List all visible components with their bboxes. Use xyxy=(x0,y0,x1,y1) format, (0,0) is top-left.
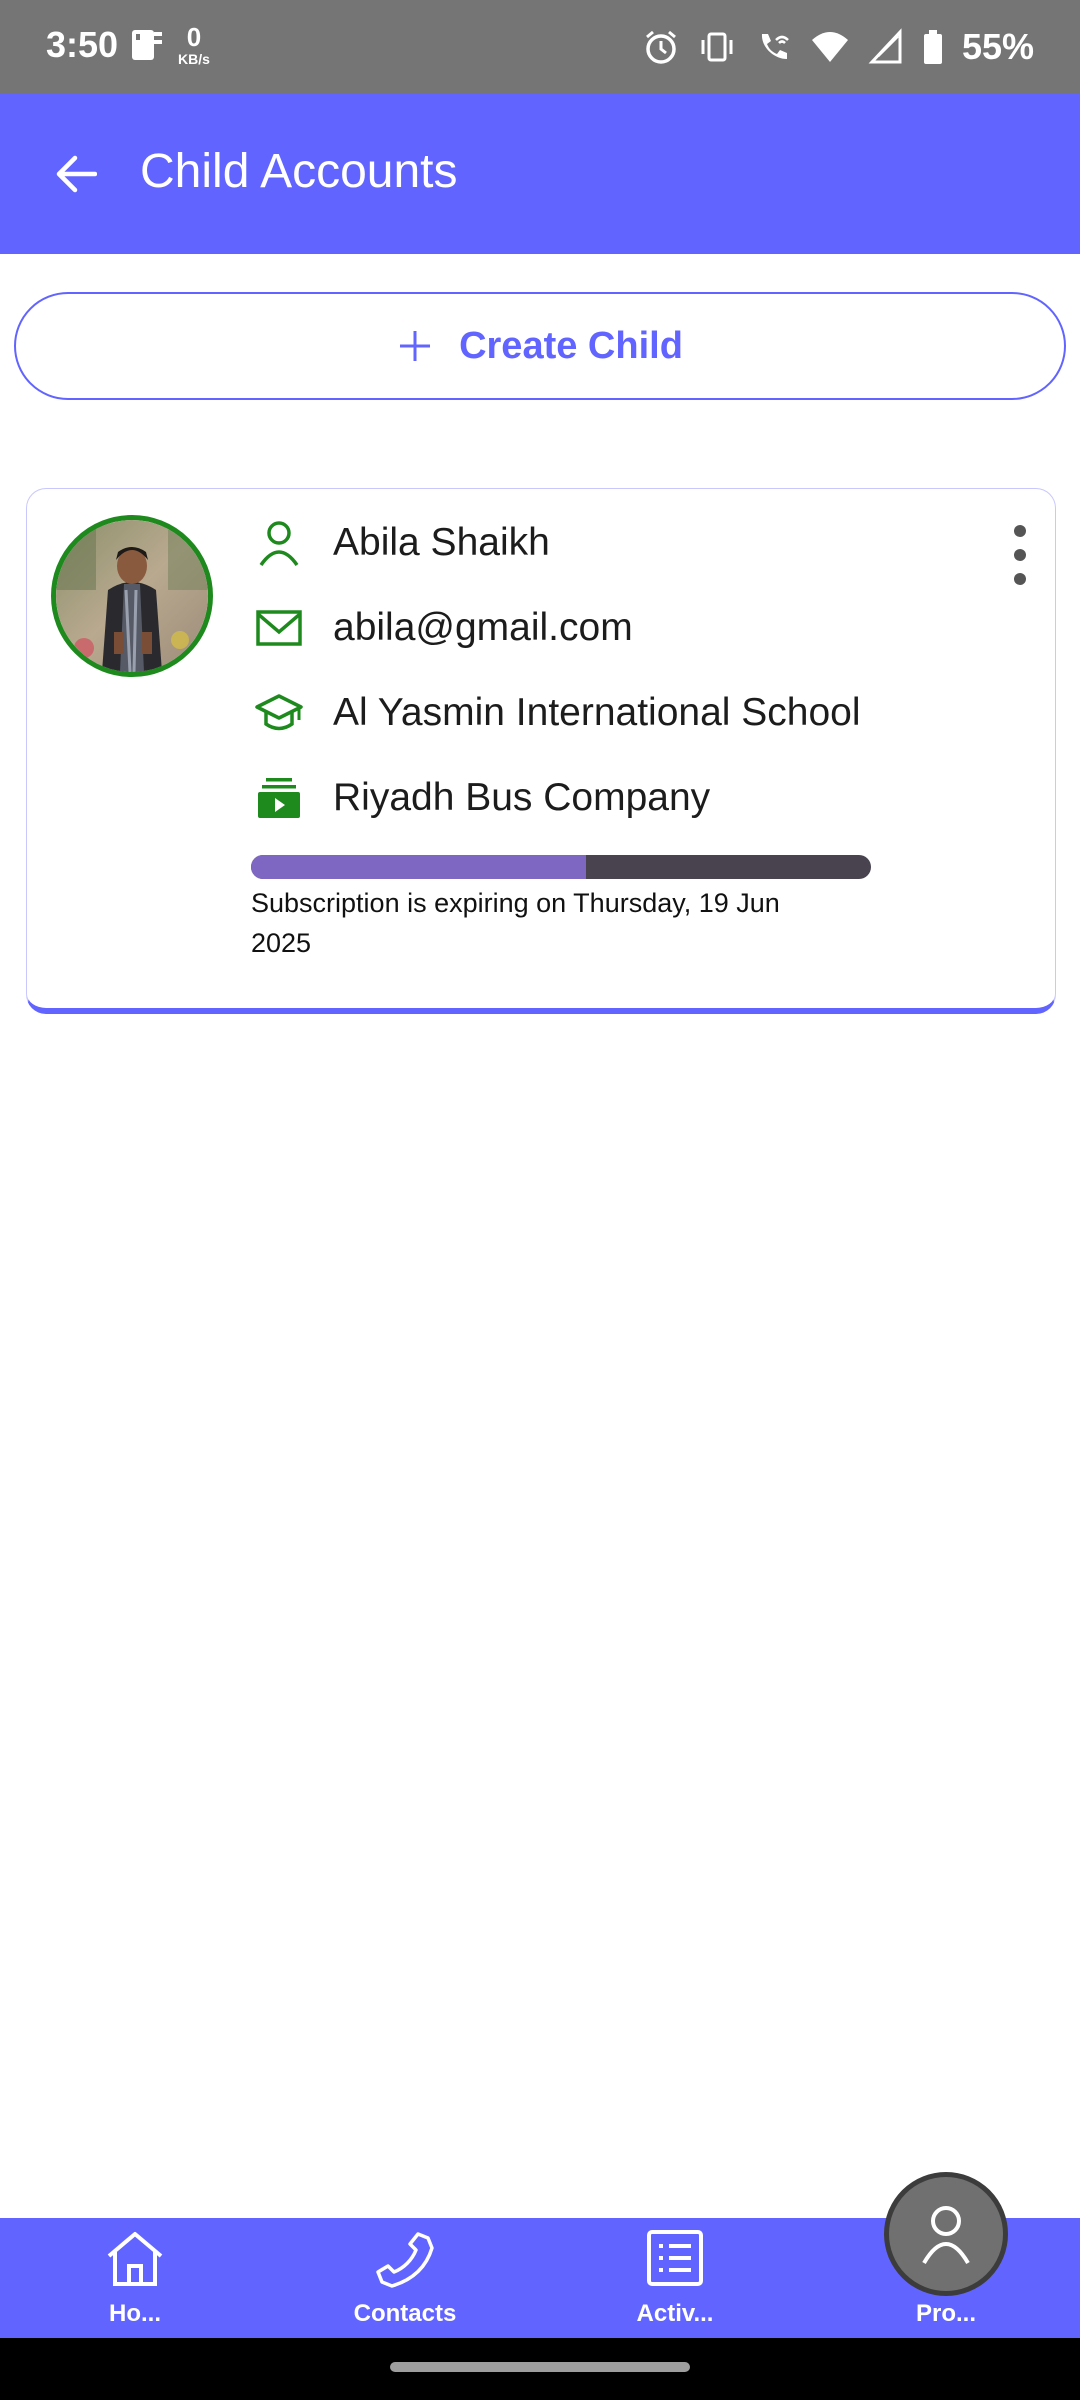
plus-icon xyxy=(400,331,431,361)
graduation-cap-icon xyxy=(251,685,307,741)
more-dot xyxy=(1014,525,1026,537)
child-bus-company: Riyadh Bus Company xyxy=(333,776,711,819)
net-speed: 0 KB/s xyxy=(178,24,210,66)
home-gesture-pill[interactable] xyxy=(390,2362,690,2372)
person-icon xyxy=(251,515,307,571)
subscription-text: Subscription is expiring on Thursday, 19… xyxy=(251,888,780,958)
signal-icon xyxy=(868,28,902,64)
battery-percent: 55% xyxy=(961,26,1034,67)
child-school: Al Yasmin International School xyxy=(333,691,861,734)
child-email-row: abila@gmail.com xyxy=(251,598,633,658)
net-speed-value: 0 xyxy=(186,22,202,52)
more-options-button[interactable] xyxy=(1005,525,1035,585)
child-name: Abila Shaikh xyxy=(333,521,550,564)
arrow-left-icon xyxy=(56,155,97,193)
child-card[interactable]: Abila Shaikh abila@gmail.com Al Yasmin I… xyxy=(26,488,1056,1014)
status-bar: 3:50 0 KB/s 55% xyxy=(0,0,1080,94)
nav-label-contacts: Contacts xyxy=(353,2300,457,2327)
alarm-icon xyxy=(645,30,676,64)
avatar xyxy=(51,515,213,677)
child-email: abila@gmail.com xyxy=(333,606,633,649)
subscription-progress xyxy=(251,855,871,879)
wifi-icon xyxy=(811,32,848,62)
home-icon xyxy=(107,2232,163,2286)
phone-icon xyxy=(376,2232,434,2288)
bus-ticket-icon xyxy=(251,770,307,826)
create-child-button[interactable]: Create Child xyxy=(14,292,1066,400)
nav-item-home[interactable]: Ho... xyxy=(25,2218,245,2338)
child-bus-row: Riyadh Bus Company xyxy=(251,768,710,828)
more-dot xyxy=(1014,573,1026,585)
nav-item-contacts[interactable]: Contacts xyxy=(295,2218,515,2338)
child-name-row: Abila Shaikh xyxy=(251,513,550,573)
nav-label-home: Ho... xyxy=(109,2300,161,2327)
nav-label-activity: Activ... xyxy=(636,2300,714,2327)
battery-icon xyxy=(923,30,942,64)
child-school-row: Al Yasmin International School xyxy=(251,683,861,743)
more-dot xyxy=(1014,549,1026,561)
list-icon xyxy=(647,2230,703,2286)
subscription-progress-fill xyxy=(251,855,586,879)
create-child-label: Create Child xyxy=(459,324,683,367)
nav-item-activity[interactable]: Activ... xyxy=(565,2218,785,2338)
vibrate-icon xyxy=(701,32,733,62)
status-time: 3:50 xyxy=(46,24,119,65)
back-button[interactable] xyxy=(40,144,110,204)
profile-icon xyxy=(922,2206,970,2265)
sim-icon xyxy=(126,26,166,71)
profile-fab[interactable] xyxy=(884,2172,1008,2296)
nav-label-profile: Pro... xyxy=(915,2300,976,2327)
mail-icon xyxy=(251,600,307,656)
net-speed-unit: KB/s xyxy=(178,51,210,67)
status-icons: 55% xyxy=(642,26,1034,68)
page-title: Child Accounts xyxy=(140,145,458,198)
app-bar: Child Accounts xyxy=(0,94,1080,254)
wifi-call-icon xyxy=(761,34,789,59)
